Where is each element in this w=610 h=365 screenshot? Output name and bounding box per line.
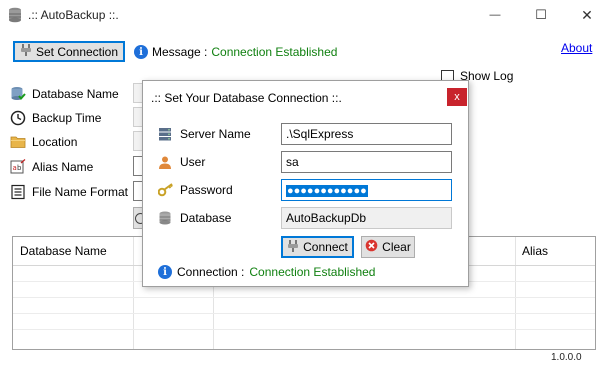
info-icon: i <box>134 45 148 59</box>
file-name-format-row: File Name Format <box>10 184 128 200</box>
connection-status: i Connection : Connection Established <box>158 265 375 279</box>
minimize-icon: — <box>489 9 501 21</box>
grid-header-database-name[interactable]: Database Name <box>13 237 107 265</box>
list-icon <box>10 184 26 200</box>
connect-label: Connect <box>303 240 348 254</box>
minimize-button[interactable]: — <box>472 0 518 30</box>
backup-time-row: Backup Time <box>10 110 101 126</box>
window-title: .:: AutoBackup ::. <box>28 8 119 22</box>
close-icon: ✕ <box>581 6 593 23</box>
server-name-input[interactable]: .\SqlExpress <box>281 123 452 145</box>
database-label: Database <box>180 211 232 225</box>
file-name-format-label: File Name Format <box>32 185 129 199</box>
backup-time-label: Backup Time <box>32 111 102 125</box>
maximize-button[interactable]: ☐ <box>518 0 564 30</box>
server-name-row: Server Name <box>158 127 251 141</box>
close-button[interactable]: ✕ <box>564 0 610 30</box>
database-name-row: Database Name <box>10 86 119 102</box>
database-icon <box>158 211 172 225</box>
connection-label: Connection : <box>177 265 245 279</box>
grid-column-divider <box>133 237 134 349</box>
cancel-icon <box>365 239 378 255</box>
clock-icon <box>10 110 26 126</box>
user-row: User <box>158 155 205 169</box>
clear-label: Clear <box>382 240 411 254</box>
alias-name-row: a b Alias Name <box>10 159 93 175</box>
server-name-label: Server Name <box>180 127 251 141</box>
user-icon <box>158 155 172 169</box>
database-app-icon <box>8 7 22 23</box>
password-label: Password <box>180 183 233 197</box>
clear-button[interactable]: Clear <box>361 236 415 258</box>
about-link[interactable]: About <box>561 41 592 55</box>
password-value: ●●●●●●●●●●●● <box>286 185 368 197</box>
rename-icon: a b <box>10 159 26 175</box>
connection-dialog: .:: Set Your Database Connection ::. x S… <box>142 80 469 287</box>
version-label: 1.0.0.0 <box>551 352 582 363</box>
grid-header-alias[interactable]: Alias <box>515 237 548 265</box>
message-label: Message : <box>152 45 208 59</box>
dialog-title: .:: Set Your Database Connection ::. <box>151 91 342 105</box>
alias-name-label: Alias Name <box>32 160 94 174</box>
close-icon: x <box>454 91 460 103</box>
svg-text:b: b <box>17 164 22 172</box>
server-icon <box>158 127 172 141</box>
password-row: Password <box>157 183 233 197</box>
grid-column-divider <box>515 237 516 349</box>
location-row: Location <box>10 134 77 150</box>
plug-icon <box>20 43 32 60</box>
user-input[interactable]: sa <box>281 151 452 173</box>
database-check-icon <box>10 86 26 102</box>
grid-row-divider <box>13 329 595 330</box>
info-icon: i <box>158 265 172 279</box>
key-icon <box>157 183 173 197</box>
set-connection-label: Set Connection <box>35 44 119 59</box>
maximize-icon: ☐ <box>535 7 547 22</box>
set-connection-button[interactable]: Set Connection <box>13 41 125 62</box>
dialog-close-button[interactable]: x <box>447 88 467 106</box>
location-label: Location <box>32 135 78 149</box>
message-value: Connection Established <box>211 45 338 59</box>
database-input[interactable]: AutoBackupDb <box>281 207 452 229</box>
message-area: i Message : Connection Established <box>134 45 337 59</box>
database-row: Database <box>158 211 231 225</box>
folder-icon <box>10 134 26 150</box>
database-name-label: Database Name <box>32 87 119 101</box>
title-bar: .:: AutoBackup ::. — ☐ ✕ <box>0 0 610 30</box>
connect-button[interactable]: Connect <box>281 236 354 258</box>
grid-row-divider <box>13 313 595 314</box>
connection-value: Connection Established <box>249 265 376 279</box>
user-label: User <box>180 155 206 169</box>
grid-row-divider <box>13 297 595 298</box>
plug-icon <box>287 239 299 256</box>
password-input[interactable]: ●●●●●●●●●●●● <box>281 179 452 201</box>
